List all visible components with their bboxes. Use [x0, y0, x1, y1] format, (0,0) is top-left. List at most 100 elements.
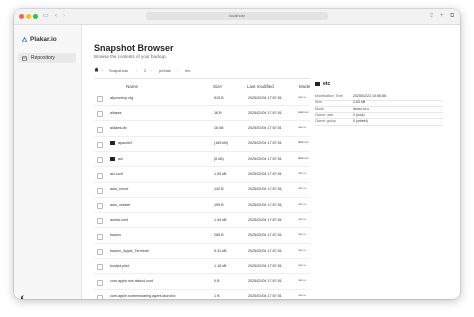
file-mode: -rw-r--r-- [298, 187, 307, 191]
table-row[interactable]: bootpd.plist 1.18 kB 2025/02/04 17:57:51 -r… [94, 259, 310, 275]
file-name[interactable]: bashrc_Apple_Terminal [110, 249, 149, 253]
file-size: 142 B [214, 187, 224, 192]
details-key: Modification Time [315, 94, 343, 98]
details-value: 2.63 kB [353, 100, 366, 105]
file-modified: 2025/02/04 17:57:51 [248, 156, 282, 161]
file-size: 195 B [214, 202, 224, 207]
folder-icon [110, 156, 115, 161]
forward-icon[interactable]: › [63, 13, 65, 19]
file-name[interactable]: aliases [110, 111, 121, 115]
breadcrumb-private[interactable]: private [159, 68, 171, 73]
breadcrumb-snapshot-id[interactable]: 2 [144, 68, 146, 73]
row-checkbox[interactable] [97, 203, 103, 210]
row-checkbox[interactable] [97, 111, 103, 118]
row-checkbox[interactable] [97, 187, 103, 194]
new-tab-icon[interactable]: + [440, 13, 444, 19]
tab-overview-icon[interactable]: ⧉ [450, 13, 454, 19]
breadcrumb-separator: › [136, 68, 138, 73]
file-name[interactable]: auto_master [110, 203, 131, 207]
table-row[interactable]: afpovertcp.cfg 515 B 2025/02/04 17:57:51 -r… [94, 91, 310, 106]
table-row[interactable]: asl.conf 1.05 kB 2025/02/04 17:57:51 -rw-r-… [94, 168, 310, 183]
theme-toggle-icon[interactable] [20, 295, 26, 299]
breadcrumb: › Snapshots › 2 › private › etc [94, 67, 304, 75]
back-icon[interactable]: ‹ [55, 13, 57, 19]
column-header-modified[interactable]: Last modified [247, 84, 274, 89]
file-mode: -rw-r--r-- [298, 233, 307, 237]
file-size: 1 B [214, 294, 220, 299]
file-mode: -rw-r--r-- [298, 126, 307, 130]
sidebar: Plakar.io Repository [14, 25, 82, 299]
file-name[interactable]: asl [118, 157, 123, 161]
breadcrumb-separator: › [102, 68, 104, 73]
file-modified: 2025/02/04 17:57:51 [248, 248, 282, 253]
row-checkbox[interactable] [97, 172, 103, 179]
file-mode: -rw-r--r-- [298, 263, 307, 267]
file-mode: Lrwxr-xr-x [298, 110, 309, 114]
table-row[interactable]: auto_master 195 B 2025/02/04 17:57:51 -rw-r… [94, 198, 310, 214]
file-mode: -rw-r--r-- [298, 279, 307, 283]
file-mode: -rw-r--r-- [298, 172, 307, 175]
file-size: (185 kB) [214, 141, 228, 146]
file-name[interactable]: asl.conf [110, 172, 123, 176]
row-checkbox[interactable] [97, 279, 103, 286]
file-mode: -rw-r--r-- [298, 248, 307, 252]
column-header-size[interactable]: Size [213, 84, 222, 89]
file-name[interactable]: bootpd.plist [110, 264, 129, 268]
repository-icon [22, 55, 27, 61]
address-bar[interactable]: localhost [146, 12, 328, 20]
page-subtitle: Browse the contents of your backup. [94, 54, 167, 59]
details-value: drwxr-xr-x [353, 106, 369, 111]
file-name[interactable]: apache2 [118, 141, 132, 145]
table-row[interactable]: bashrc 265 B 2025/02/04 17:57:51 -rw-r--r-- [94, 229, 310, 244]
table-row[interactable]: aliases 16 B 2025/02/04 17:57:51 Lrwxr-xr-x [94, 106, 310, 122]
row-checkbox[interactable] [97, 141, 103, 148]
row-checkbox[interactable] [97, 249, 103, 255]
table-row[interactable]: com.apple.mis.rtadvd.conf 0 B 2025/02/04 1… [94, 275, 310, 290]
file-mode: -rw-r--r-- [298, 217, 307, 221]
file-modified: 2025/02/04 17:57:51 [248, 233, 282, 238]
home-icon[interactable] [94, 67, 99, 72]
file-name[interactable]: auto_home [110, 187, 128, 191]
breadcrumb-snapshots[interactable]: Snapshots [109, 68, 128, 73]
file-name[interactable]: autofs.conf [110, 218, 128, 222]
column-header-mode[interactable]: Mode [299, 84, 310, 89]
plakar-logo-icon [21, 36, 28, 42]
breadcrumb-separator: › [177, 68, 179, 73]
main-content: Snapshot Browser Browse the contents of … [82, 25, 460, 299]
file-name[interactable]: com.apple.mis.rtadvd.conf [110, 279, 153, 283]
row-checkbox[interactable] [97, 294, 103, 299]
file-mode: drwxr-xr-x [298, 141, 309, 145]
row-checkbox[interactable] [97, 96, 103, 102]
table-row[interactable]: autofs.conf 1.94 kB 2025/02/04 17:57:51 -rw… [94, 213, 310, 229]
table-row[interactable]: auto_home 142 B 2025/02/04 17:57:51 -rw-r--… [94, 183, 310, 198]
row-checkbox[interactable] [97, 218, 103, 225]
file-size: 16 B [214, 110, 222, 115]
file-name[interactable]: afpovertcp.cfg [110, 96, 133, 100]
row-checkbox[interactable] [97, 157, 103, 164]
file-modified: 2025/02/04 17:57:51 [248, 202, 282, 207]
table-row[interactable]: com.apple.screensharing.agent.launchd 1 B… [94, 290, 310, 299]
browser-window: ▭ ‹ › localhost ⇪ + ⧉ Plakar.io Reposito… [14, 9, 460, 299]
table-row[interactable]: bashrc_Apple_Terminal 9.31 kB 2025/02/04 1… [94, 244, 310, 259]
file-name[interactable]: aliases.db [110, 126, 127, 130]
file-name[interactable]: com.apple.screensharing.agent.launchd [110, 294, 175, 298]
share-icon[interactable]: ⇪ [429, 13, 434, 19]
zoom-window-button[interactable] [33, 13, 38, 19]
row-checkbox[interactable] [97, 264, 103, 271]
table-row[interactable]: apache2 (185 kB) 2025/02/04 17:57:51 drwxr-… [94, 137, 310, 152]
table-row[interactable]: asl (6 kB) 2025/02/04 17:57:51 drwxr-xr-x [94, 152, 310, 168]
sidebar-toggle-icon[interactable]: ▭ [43, 13, 49, 19]
details-value: 2025/02/22 10:06:56 [353, 94, 386, 98]
close-window-button[interactable] [19, 13, 24, 19]
file-name[interactable]: bashrc [110, 233, 121, 237]
breadcrumb-etc[interactable]: etc [185, 68, 190, 73]
details-key: Size [315, 100, 322, 105]
row-checkbox[interactable] [97, 126, 103, 133]
file-size: (6 kB) [214, 156, 224, 161]
table-row[interactable]: aliases.db 16 kB 2025/02/04 17:57:51 -rw-r-… [94, 122, 310, 137]
file-size: 0 B [214, 279, 220, 284]
sidebar-item-repository[interactable]: Repository [18, 53, 76, 63]
row-checkbox[interactable] [97, 233, 103, 240]
minimize-window-button[interactable] [26, 13, 31, 19]
column-header-name[interactable]: Name [126, 84, 138, 89]
